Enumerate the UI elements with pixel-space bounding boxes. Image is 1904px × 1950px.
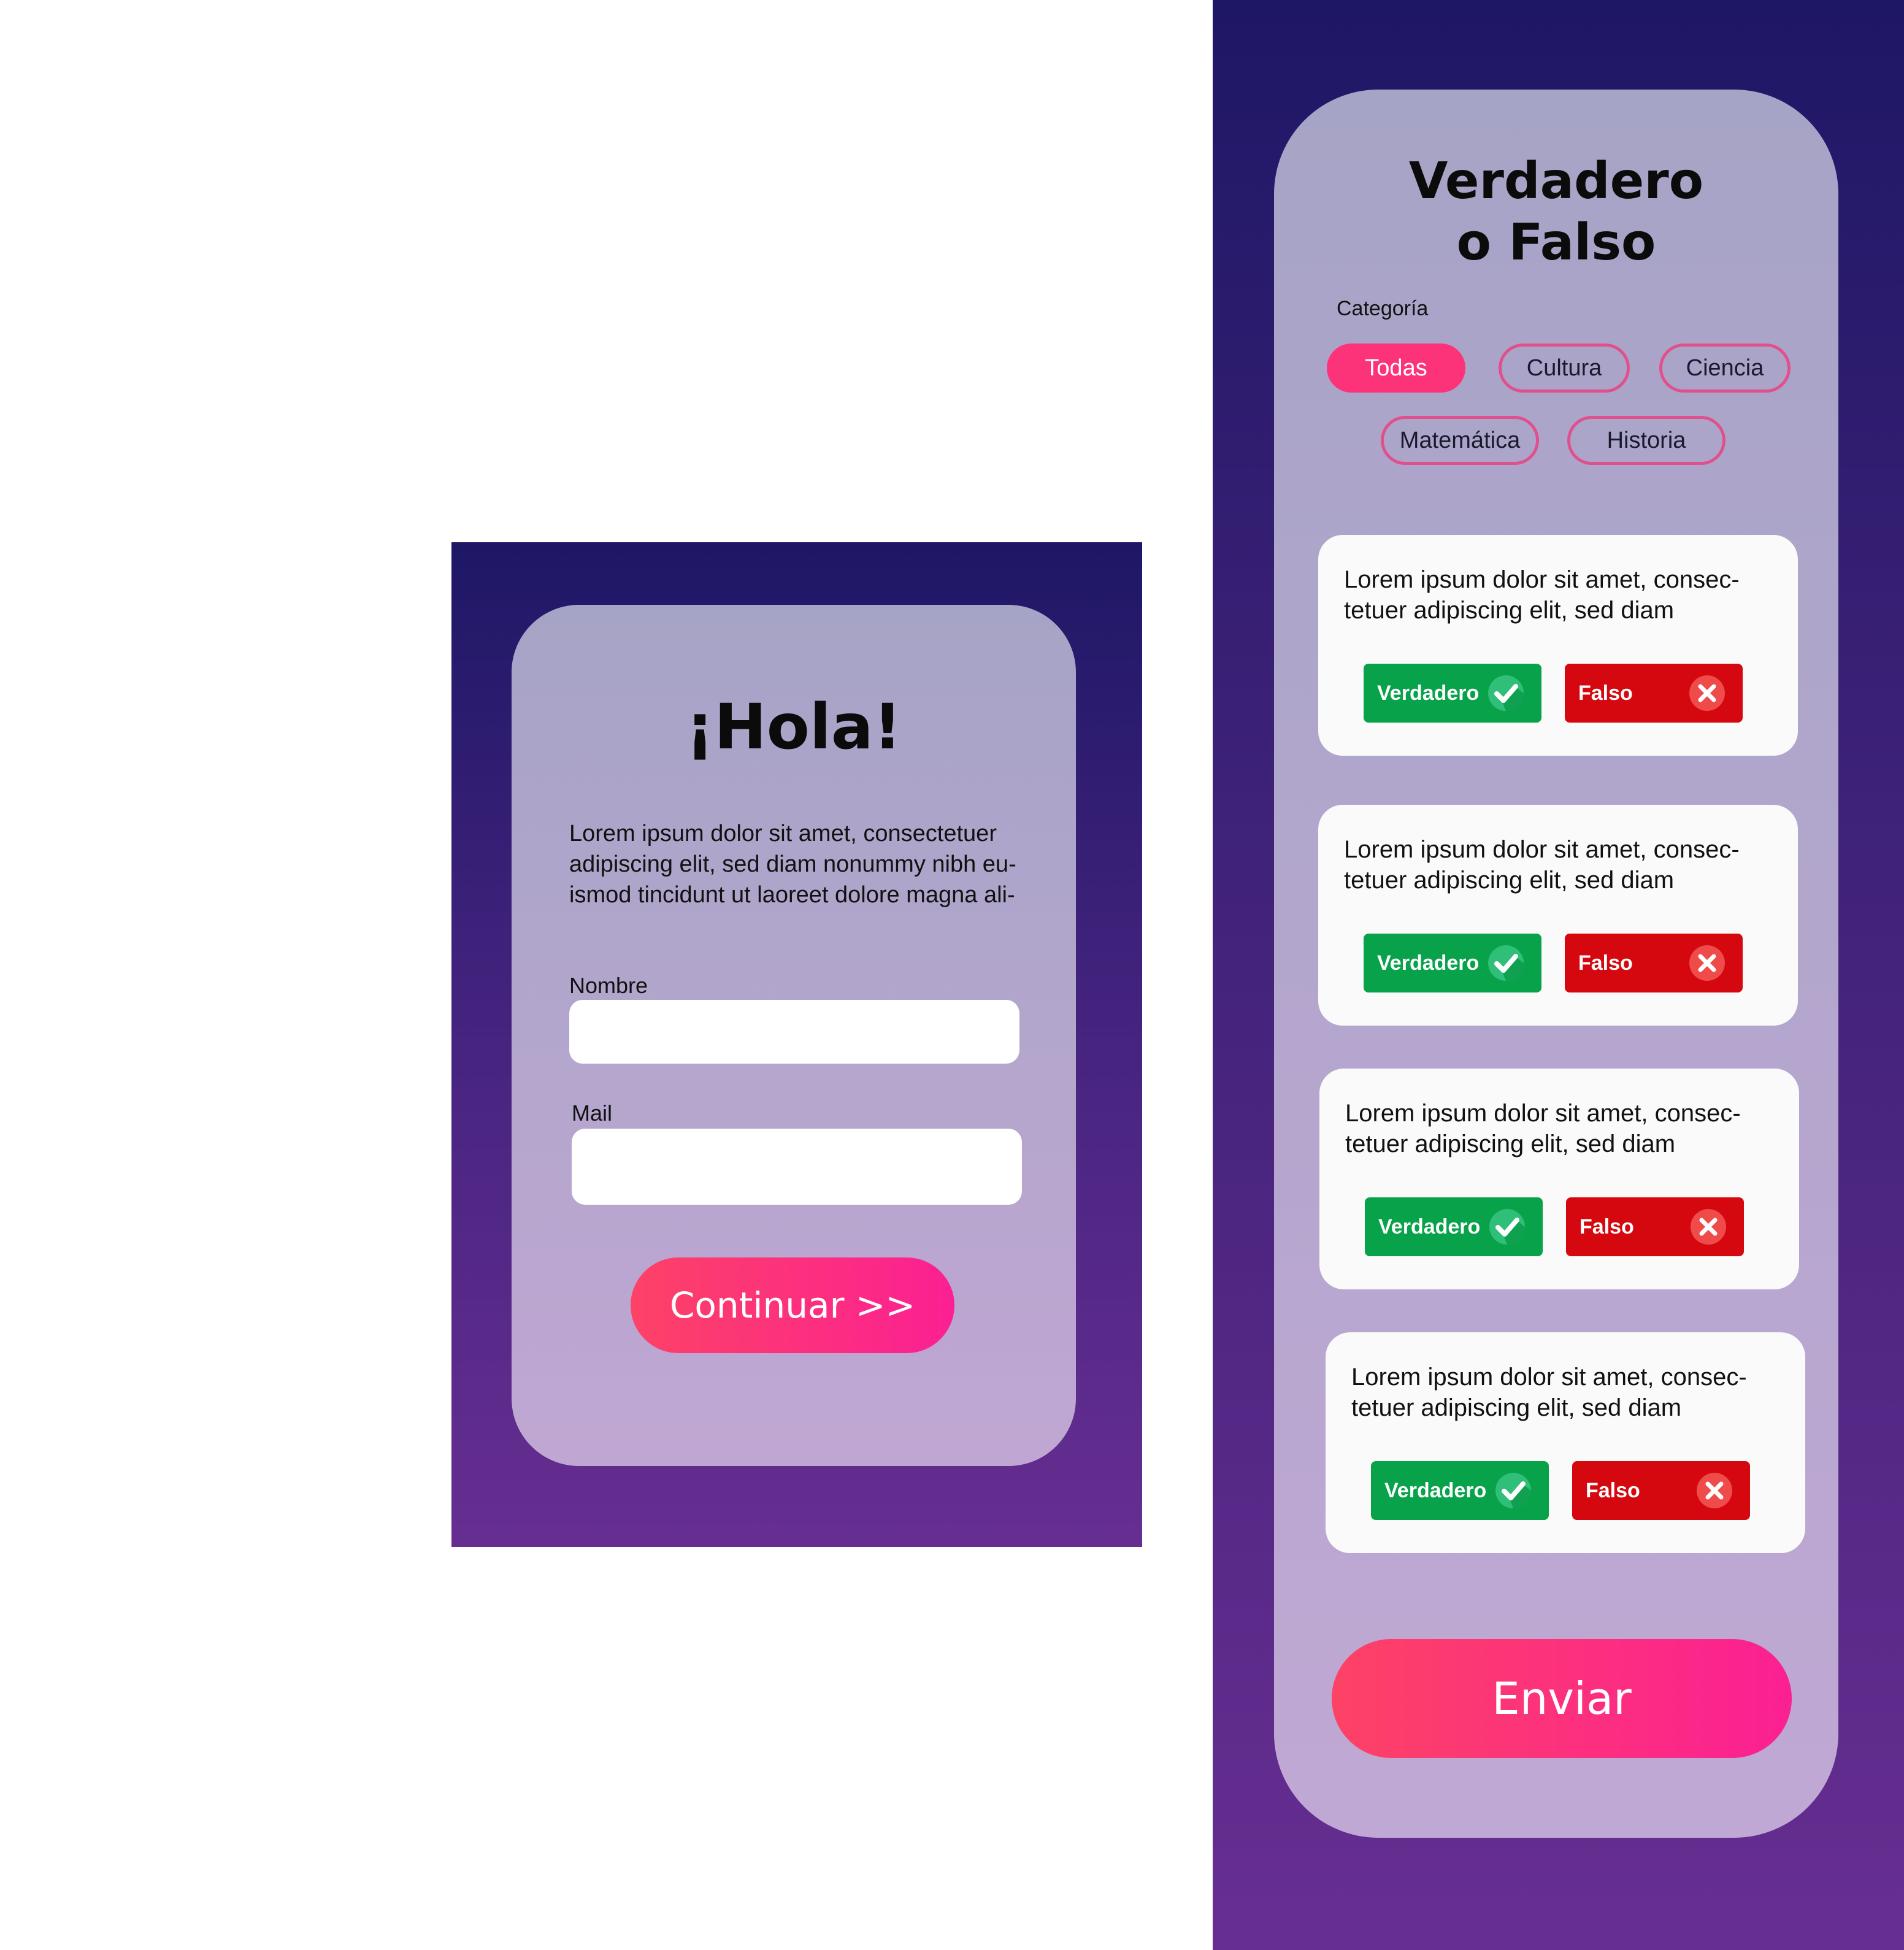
quiz-card: Verdadero o Falso Categoría Todas Cultur… [1274,90,1838,1838]
true-button[interactable]: Verdadero [1365,1197,1543,1256]
continue-button[interactable]: Continuar >> [631,1257,954,1353]
true-button[interactable]: Verdadero [1371,1461,1549,1520]
true-button[interactable]: Verdadero [1364,934,1541,992]
name-input[interactable] [569,1000,1019,1064]
category-chip-matematica[interactable]: Matemática [1381,416,1539,465]
category-chip-todas[interactable]: Todas [1327,344,1465,393]
question-card: Lorem ipsum dolor sit amet, consec- tetu… [1318,535,1798,756]
true-button-label: Verdadero [1384,1478,1487,1502]
question-text: Lorem ipsum dolor sit amet, consec- tetu… [1344,566,1740,624]
false-button-label: Falso [1578,951,1633,975]
mail-input[interactable] [572,1129,1022,1205]
true-button-label: Verdadero [1377,681,1480,705]
true-button-label: Verdadero [1377,951,1480,975]
question-text: Lorem ipsum dolor sit amet, consec- tetu… [1351,1364,1747,1421]
false-button-label: Falso [1586,1478,1640,1502]
question-card: Lorem ipsum dolor sit amet, consec- tetu… [1319,1069,1799,1289]
welcome-intro-text: Lorem ipsum dolor sit amet, consectetuer… [569,821,1016,908]
check-circle-icon [1488,945,1524,981]
question-card: Lorem ipsum dolor sit amet, consec- tetu… [1326,1332,1805,1553]
false-button[interactable]: Falso [1572,1461,1750,1520]
quiz-title: Verdadero o Falso [1408,152,1704,272]
category-chip-ciencia[interactable]: Ciencia [1659,344,1791,393]
category-chip-historia[interactable]: Historia [1567,416,1726,465]
false-button[interactable]: Falso [1566,1197,1744,1256]
question-text: Lorem ipsum dolor sit amet, consec- tetu… [1345,1100,1741,1157]
welcome-title: ¡Hola! [685,691,902,764]
category-chip-cultura[interactable]: Cultura [1499,344,1630,393]
true-button-label: Verdadero [1378,1215,1481,1238]
submit-button[interactable]: Enviar [1332,1639,1792,1758]
true-button[interactable]: Verdadero [1364,664,1541,723]
category-label: Categoría [1337,297,1429,320]
question-card: Lorem ipsum dolor sit amet, consec- tetu… [1318,805,1798,1026]
x-circle-icon [1697,1473,1732,1508]
question-text: Lorem ipsum dolor sit amet, consec- tetu… [1344,836,1740,894]
x-circle-icon [1689,945,1725,981]
false-button-label: Falso [1578,681,1633,705]
welcome-screen: ¡Hola! Lorem ipsum dolor sit amet, conse… [451,542,1142,1547]
x-circle-icon [1691,1209,1726,1245]
mail-label: Mail [572,1100,613,1126]
quiz-screen: Verdadero o Falso Categoría Todas Cultur… [1213,0,1904,1950]
check-circle-icon [1489,1209,1525,1245]
x-circle-icon [1689,675,1725,711]
welcome-card: ¡Hola! Lorem ipsum dolor sit amet, conse… [512,605,1076,1466]
check-circle-icon [1495,1473,1531,1508]
check-circle-icon [1488,675,1524,711]
false-button-label: Falso [1580,1215,1634,1238]
false-button[interactable]: Falso [1565,664,1743,723]
name-label: Nombre [569,973,648,998]
false-button[interactable]: Falso [1565,934,1743,992]
